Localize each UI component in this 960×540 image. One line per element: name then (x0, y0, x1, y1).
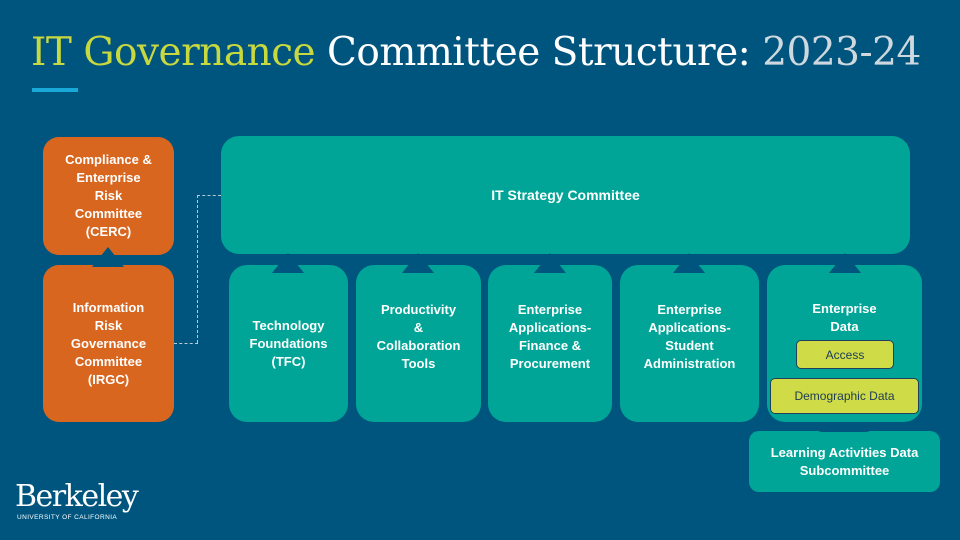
data-group-demographic: Demographic Data (770, 378, 919, 414)
dotted-connector-horizontal-top (197, 195, 221, 196)
title-main: Committee Structure: (315, 30, 751, 75)
logo-wordmark: Berkeley (15, 479, 139, 514)
subcommittee-finance-procurement: Enterprise Applications- Finance & Procu… (488, 265, 612, 422)
subcommittee-tfc: Technology Foundations (TFC) (229, 265, 348, 422)
irgc-label: Information Risk Governance Committee (I… (70, 299, 147, 387)
cerc-label: Compliance & Enterprise Risk Committee (… (65, 152, 152, 239)
data-group-label: Access (825, 347, 865, 362)
irgc-box: Information Risk Governance Committee (I… (43, 265, 174, 422)
it-strategy-committee-box: IT Strategy Committee (221, 136, 910, 254)
logo-subtitle: UNIVERSITY OF CALIFORNIA (17, 514, 118, 521)
subcommittee-label: Enterprise Applications- Finance & Procu… (508, 301, 592, 371)
learning-activities-subcommittee-box: Learning Activities Data Subcommittee (749, 431, 940, 492)
title-highlight: IT Governance (31, 30, 316, 75)
title-underline (32, 88, 78, 92)
data-group-access: Access (796, 340, 894, 369)
learning-activities-label: Learning Activities Data Subcommittee (770, 444, 919, 478)
productivity-arrow (402, 253, 434, 273)
subcommittee-label: Technology Foundations (TFC) (249, 317, 328, 369)
student-admin-arrow (673, 253, 705, 273)
subcommittee-label: Productivity & Collaboration Tools (376, 301, 461, 371)
tfc-arrow (272, 253, 304, 273)
data-group-label: Demographic Data (794, 389, 895, 403)
subcommittee-student-administration: Enterprise Applications- Student Adminis… (620, 265, 759, 422)
berkeley-logo: Berkeley UNIVERSITY OF CALIFORNIA (15, 479, 139, 522)
slide-title: IT Governance Committee Structure: 2023-… (31, 30, 921, 75)
learning-to-enterprise-data-arrow (818, 424, 870, 432)
dotted-connector-horizontal-bottom (174, 343, 198, 344)
subcommittee-productivity: Productivity & Collaboration Tools (356, 265, 481, 422)
subcommittee-label: Enterprise Applications- Student Adminis… (643, 301, 736, 371)
enterprise-data-arrow (829, 253, 861, 273)
it-strategy-committee-label: IT Strategy Committee (491, 187, 640, 203)
title-year: 2023-24 (750, 30, 921, 75)
finance-arrow (534, 253, 566, 273)
dotted-connector-vertical (197, 195, 198, 343)
subcommittee-label: Enterprise Data (812, 301, 877, 334)
irgc-to-cerc-arrow (92, 247, 124, 267)
cerc-box: Compliance & Enterprise Risk Committee (… (43, 137, 174, 255)
